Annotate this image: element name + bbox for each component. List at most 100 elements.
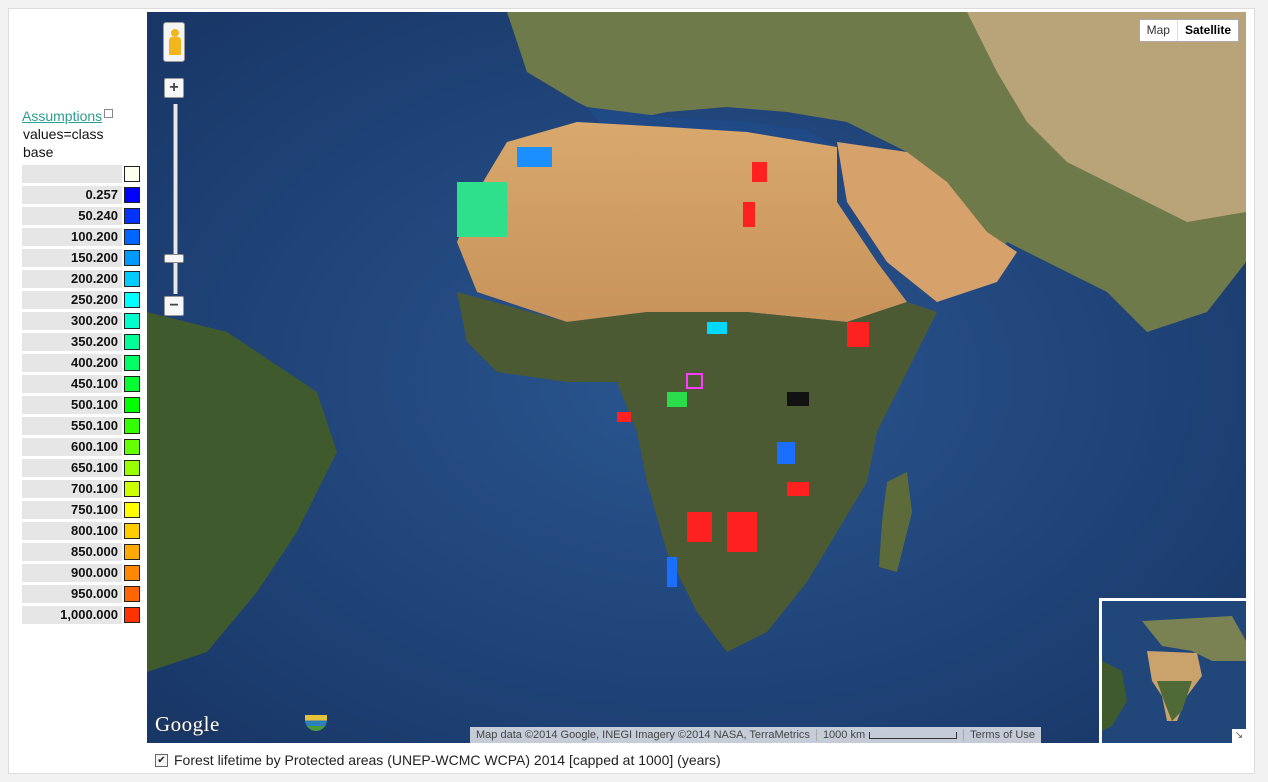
legend-row: 200.200 bbox=[22, 270, 140, 288]
legend-swatch bbox=[124, 523, 140, 539]
legend-row: 750.100 bbox=[22, 501, 140, 519]
legend-value: 700.100 bbox=[22, 480, 122, 498]
pegman-head bbox=[171, 29, 179, 37]
legend-value: 750.100 bbox=[22, 501, 122, 519]
legend-value: 950.000 bbox=[22, 585, 122, 603]
legend-value: 500.100 bbox=[22, 396, 122, 414]
legend-row: 50.240 bbox=[22, 207, 140, 225]
layer-caption: ✔ Forest lifetime by Protected areas (UN… bbox=[155, 752, 721, 768]
attribution-divider bbox=[963, 729, 965, 741]
legend-row: 0.257 bbox=[22, 186, 140, 204]
legend-value: 600.100 bbox=[22, 438, 122, 456]
legend-swatch bbox=[124, 607, 140, 623]
map-canvas[interactable]: + − Map Satellite Google Map data ©2014 … bbox=[147, 12, 1246, 743]
legend-swatch bbox=[124, 418, 140, 434]
legend-row: 500.100 bbox=[22, 396, 140, 414]
legend-swatch bbox=[124, 229, 140, 245]
legend-swatch bbox=[124, 208, 140, 224]
legend-rows: 0.257 50.240 100.200 150.200 200.200 250.200 3… bbox=[22, 165, 140, 624]
legend-swatch bbox=[124, 271, 140, 287]
legend-row bbox=[22, 165, 140, 183]
map-type-map-button[interactable]: Map bbox=[1140, 20, 1177, 41]
legend-swatch bbox=[124, 439, 140, 455]
legend-value: 650.100 bbox=[22, 459, 122, 477]
legend-row: 1,000.000 bbox=[22, 606, 140, 624]
legend-swatch bbox=[124, 586, 140, 602]
overview-map-view bbox=[1102, 601, 1246, 743]
layer-caption-text: Forest lifetime by Protected areas (UNEP… bbox=[174, 752, 721, 768]
terms-of-use-link[interactable]: Terms of Use bbox=[970, 729, 1035, 741]
legend-row: 550.100 bbox=[22, 417, 140, 435]
legend-value: 450.100 bbox=[22, 375, 122, 393]
scale-bar bbox=[869, 731, 958, 739]
legend-value: 150.200 bbox=[22, 249, 122, 267]
legend: Assumptions values=class base 0.257 50.24… bbox=[22, 108, 140, 624]
attribution-text: Map data ©2014 Google, INEGI Imagery ©20… bbox=[476, 729, 810, 741]
legend-value: 200.200 bbox=[22, 270, 122, 288]
legend-swatch bbox=[124, 460, 140, 476]
assumptions-link[interactable]: Assumptions bbox=[22, 108, 102, 124]
zoom-slider-track[interactable] bbox=[173, 104, 178, 294]
legend-swatch bbox=[124, 544, 140, 560]
legend-swatch bbox=[124, 502, 140, 518]
legend-value: 550.100 bbox=[22, 417, 122, 435]
zoom-slider-thumb[interactable] bbox=[164, 254, 184, 263]
legend-swatch bbox=[124, 481, 140, 497]
legend-row: 250.200 bbox=[22, 291, 140, 309]
attribution-divider bbox=[815, 729, 817, 741]
zoom-in-button[interactable]: + bbox=[164, 78, 184, 98]
legend-value: 100.200 bbox=[22, 228, 122, 246]
zoom-out-button[interactable]: − bbox=[164, 296, 184, 316]
legend-swatch bbox=[124, 565, 140, 581]
overview-toggle-button[interactable]: ↘ bbox=[1232, 729, 1246, 743]
legend-swatch bbox=[124, 313, 140, 329]
legend-value: 900.000 bbox=[22, 564, 122, 582]
legend-value: 1,000.000 bbox=[22, 606, 122, 624]
legend-value: 300.200 bbox=[22, 312, 122, 330]
legend-row: 300.200 bbox=[22, 312, 140, 330]
legend-value: 0.257 bbox=[22, 186, 122, 204]
overview-map[interactable]: ↘ bbox=[1099, 598, 1246, 743]
legend-swatch bbox=[124, 250, 140, 266]
legend-row: 350.200 bbox=[22, 333, 140, 351]
map-type-control: Map Satellite bbox=[1138, 19, 1239, 42]
legend-swatch bbox=[124, 334, 140, 350]
scale-label: 1000 km bbox=[822, 729, 866, 741]
legend-meta-values: values=class bbox=[23, 126, 104, 142]
legend-row: 150.200 bbox=[22, 249, 140, 267]
legend-row: 400.200 bbox=[22, 354, 140, 372]
layer-checkbox[interactable]: ✔ bbox=[155, 753, 168, 767]
legend-swatch bbox=[124, 166, 140, 182]
legend-swatch bbox=[124, 355, 140, 371]
google-logo: Google bbox=[155, 712, 220, 736]
legend-value: 850.000 bbox=[22, 543, 122, 561]
external-link-icon bbox=[104, 109, 114, 118]
legend-row: 800.100 bbox=[22, 522, 140, 540]
legend-row: 700.100 bbox=[22, 480, 140, 498]
legend-swatch bbox=[124, 292, 140, 308]
legend-swatch bbox=[124, 376, 140, 392]
pegman-body bbox=[169, 37, 181, 55]
assumptions-row: Assumptions bbox=[22, 108, 140, 124]
map-attribution-bar: Map data ©2014 Google, INEGI Imagery ©20… bbox=[470, 727, 1041, 743]
legend-row: 650.100 bbox=[22, 459, 140, 477]
satellite-imagery bbox=[147, 12, 1246, 743]
legend-row: 450.100 bbox=[22, 375, 140, 393]
legend-value: 400.200 bbox=[22, 354, 122, 372]
legend-row: 100.200 bbox=[22, 228, 140, 246]
legend-row: 850.000 bbox=[22, 543, 140, 561]
pegman-icon[interactable] bbox=[163, 22, 185, 62]
legend-value: 350.200 bbox=[22, 333, 122, 351]
legend-value bbox=[22, 165, 122, 183]
legend-value: 250.200 bbox=[22, 291, 122, 309]
legend-value: 50.240 bbox=[22, 207, 122, 225]
legend-row: 950.000 bbox=[22, 585, 140, 603]
legend-swatch bbox=[124, 397, 140, 413]
legend-value: 800.100 bbox=[22, 522, 122, 540]
map-type-satellite-button[interactable]: Satellite bbox=[1176, 20, 1238, 41]
legend-swatch bbox=[124, 187, 140, 203]
legend-meta-base: base bbox=[23, 144, 54, 160]
overview-imagery bbox=[1102, 601, 1246, 743]
legend-row: 900.000 bbox=[22, 564, 140, 582]
legend-row: 600.100 bbox=[22, 438, 140, 456]
